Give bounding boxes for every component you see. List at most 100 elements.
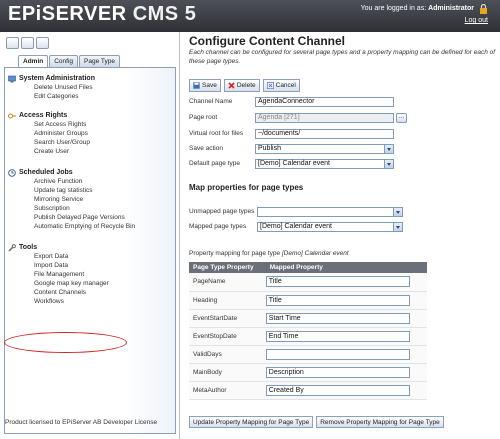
group-system-administration: System Administration Delete Unused File…: [8, 74, 95, 101]
menu-workflows[interactable]: Workflows: [8, 297, 109, 306]
property-name: EventStopDate: [189, 327, 266, 346]
table-row: EventStopDate End Time: [189, 327, 427, 346]
help-icon[interactable]: [36, 37, 49, 49]
system-admin-icon: [8, 75, 16, 82]
menu-administer-groups[interactable]: Administer Groups: [8, 129, 90, 138]
group-title: Access Rights: [8, 111, 90, 120]
channel-name-input[interactable]: AgendaConnector: [255, 97, 394, 107]
group-title: Tools: [8, 243, 109, 252]
menu-publish-delayed-page-versions[interactable]: Publish Delayed Page Versions: [8, 213, 135, 222]
login-status: You are logged in as: Administrator: [361, 5, 474, 12]
group-title: System Administration: [8, 74, 95, 83]
virtual-root-input[interactable]: ~/documents/: [255, 129, 394, 139]
property-name: PageName: [189, 273, 266, 292]
group-access-rights: Access Rights Set Access Rights Administ…: [8, 111, 90, 156]
mapping-actions: Update Property Mapping for Page Type Re…: [189, 416, 444, 428]
unmapped-page-types-select[interactable]: [257, 207, 403, 217]
save-action-label: Save action: [189, 145, 223, 152]
logo-main: EPiSERVER: [8, 3, 127, 25]
menu-import-data[interactable]: Import Data: [8, 261, 109, 270]
tools-icon: [8, 243, 16, 251]
column-header: Page Type Property: [189, 262, 266, 273]
map-properties-heading: Map properties for page types: [189, 183, 304, 192]
tab-config[interactable]: Config: [49, 55, 79, 67]
menu-file-management[interactable]: File Management: [8, 270, 109, 279]
logout-link[interactable]: Log out: [465, 17, 488, 24]
main-content: Configure Content Channel Each channel c…: [181, 32, 500, 439]
save-action-select[interactable]: Publish: [255, 144, 394, 154]
view-mode-icon[interactable]: [21, 37, 34, 49]
group-scheduled-jobs: Scheduled Jobs Archive Function Update t…: [8, 168, 135, 231]
admin-tabs: Admin Config Page Type: [18, 55, 120, 67]
menu-content-channels[interactable]: Content Channels: [8, 288, 109, 297]
action-toolbar: Save Delete Cancel: [189, 79, 300, 92]
mapped-property-input[interactable]: Start Time: [265, 312, 410, 324]
episerver-logo: EPiSERVER CMS 5: [8, 3, 196, 26]
mapped-page-types-select[interactable]: [Demo] Calendar event: [257, 222, 403, 232]
mapped-property-input[interactable]: Title: [265, 276, 410, 288]
mapped-property-input[interactable]: [265, 348, 410, 360]
chevron-down-icon: [393, 223, 402, 231]
menu-archive-function[interactable]: Archive Function: [8, 177, 135, 186]
menu-automatic-emptying-recycle-bin[interactable]: Automatic Emptying of Recycle Bin: [8, 222, 135, 231]
menu-subscription[interactable]: Subscription: [8, 204, 135, 213]
mapped-property-input[interactable]: Description: [265, 366, 410, 378]
column-header: Mapped Property: [265, 262, 427, 273]
menu-delete-unused-files[interactable]: Delete Unused Files: [8, 83, 95, 92]
logged-in-label: You are logged in as:: [360, 5, 427, 12]
mapped-page-types-label: Mapped page types: [189, 223, 247, 230]
admin-menu: System Administration Delete Unused File…: [4, 68, 176, 434]
lock-icon: [480, 4, 487, 14]
menu-export-data[interactable]: Export Data: [8, 252, 109, 261]
menu-google-map-key-manager[interactable]: Google map key manager: [8, 279, 109, 288]
page-title: Configure Content Channel: [189, 34, 345, 48]
default-page-type-label: Default page type: [189, 160, 240, 167]
cancel-button[interactable]: Cancel: [262, 79, 300, 92]
chevron-down-icon: [384, 160, 393, 168]
menu-update-tag-statistics[interactable]: Update tag statistics: [8, 186, 135, 195]
unmapped-page-types-label: Unmapped page types: [189, 208, 255, 215]
delete-icon: [228, 82, 235, 89]
access-rights-icon: [8, 113, 16, 118]
menu-edit-categories[interactable]: Edit Categories: [8, 92, 95, 101]
mapped-property-input[interactable]: End Time: [265, 330, 410, 342]
page-root-label: Page root: [189, 114, 218, 121]
page-root-browse-button[interactable]: ...: [396, 113, 407, 123]
mode-toolbar: [6, 37, 49, 51]
tab-page-type[interactable]: Page Type: [79, 55, 120, 67]
mapping-note: Property mapping for page type [Demo] Ca…: [189, 250, 349, 257]
property-mapping-table: Page Type Property Mapped Property PageN…: [189, 262, 427, 400]
scheduled-jobs-icon: [8, 168, 16, 177]
property-name: EventStartDate: [189, 309, 266, 328]
menu-create-user[interactable]: Create User: [8, 147, 90, 156]
group-title: Scheduled Jobs: [8, 168, 135, 177]
license-text: Product licensed to EPiServer AB Develop…: [5, 419, 158, 426]
channel-name-label: Channel Name: [189, 98, 233, 105]
admin-sidebar: Admin Config Page Type System Administra…: [0, 32, 180, 439]
save-button[interactable]: Save: [189, 79, 221, 92]
highlight-circle: [4, 332, 127, 353]
default-page-type-select[interactable]: [Demo] Calendar event: [255, 159, 394, 169]
delete-button[interactable]: Delete: [223, 79, 260, 92]
edit-mode-icon[interactable]: [6, 37, 19, 49]
property-name: Heading: [189, 291, 266, 310]
logo-sub: CMS 5: [132, 3, 197, 25]
remove-property-mapping-button[interactable]: Remove Property Mapping for Page Type: [316, 416, 444, 428]
chevron-down-icon: [384, 145, 393, 153]
table-row: ValidDays: [189, 345, 427, 364]
property-name: ValidDays: [189, 345, 266, 364]
menu-search-user-group[interactable]: Search User/Group: [8, 138, 90, 147]
page-root-input: Agenda [271]: [255, 113, 394, 123]
table-row: Heading Title: [189, 291, 427, 310]
tab-admin[interactable]: Admin: [18, 55, 49, 67]
menu-set-access-rights[interactable]: Set Access Rights: [8, 120, 90, 129]
virtual-root-label: Virtual root for files: [189, 130, 244, 137]
menu-mirroring-service[interactable]: Mirroring Service: [8, 195, 135, 204]
header-bar: EPiSERVER CMS 5 You are logged in as: Ad…: [0, 0, 500, 32]
mapped-property-input[interactable]: Created By: [265, 384, 410, 396]
update-property-mapping-button[interactable]: Update Property Mapping for Page Type: [189, 416, 314, 428]
table-row: MetaAuthor Created By: [189, 381, 427, 400]
mapped-property-input[interactable]: Title: [265, 294, 410, 306]
table-header-row: Page Type Property Mapped Property: [189, 262, 427, 273]
chevron-down-icon: [393, 208, 402, 216]
